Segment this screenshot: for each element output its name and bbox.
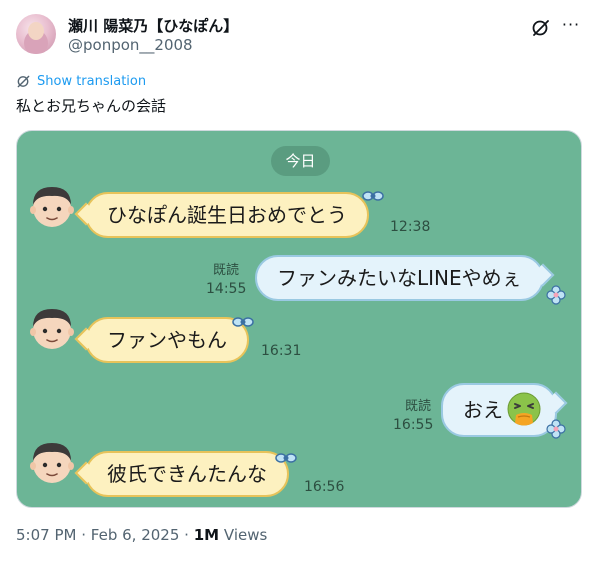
flower-icon <box>546 285 566 305</box>
brother-avatar-icon <box>30 187 74 227</box>
show-translation-link[interactable]: Show translation <box>16 72 146 90</box>
message-time: 12:38 <box>390 219 431 235</box>
meta-separator: · <box>81 526 87 544</box>
tweet-text: 私とお兄ちゃんの会話 <box>16 97 167 115</box>
views-label: Views <box>223 526 268 544</box>
tweet-time[interactable]: 5:07 PM <box>16 526 76 544</box>
chat-message-outgoing: おえ <box>441 383 557 437</box>
message-time: 16:55 <box>393 417 434 433</box>
chat-message-text: おえ <box>463 398 503 422</box>
chat-date-badge: 今日 <box>271 146 330 176</box>
nauseated-face-icon <box>507 392 541 425</box>
tweet-header: 瀬川 陽菜乃【ひなぽん】 @ponpon__2008 ··· <box>16 12 581 60</box>
tweet-date[interactable]: Feb 6, 2025 <box>91 526 180 544</box>
show-translation-label[interactable]: Show translation <box>37 74 146 89</box>
tweet-media-image[interactable]: 今日 ひなぽん誕生日おめでとう 12:38 既読 14:55 ファンみたいなLI… <box>16 130 582 508</box>
message-time: 16:31 <box>261 343 302 359</box>
translate-icon <box>17 75 30 87</box>
brother-avatar-icon <box>30 309 74 349</box>
ribbon-icon <box>232 317 254 327</box>
ribbon-icon <box>362 191 384 201</box>
flower-icon <box>546 419 566 439</box>
views-count: 1M <box>193 526 220 544</box>
avatar[interactable] <box>16 14 56 54</box>
author-handle[interactable]: @ponpon__2008 <box>68 36 193 54</box>
chat-message-incoming: 彼氏できんたんな <box>85 451 289 497</box>
meta-separator: · <box>184 526 189 544</box>
chat-message-incoming: ファンやもん <box>85 317 249 363</box>
tweet-meta: 5:07 PM · Feb 6, 2025 · 1M Views <box>16 526 267 544</box>
brother-avatar-icon <box>30 443 74 483</box>
read-receipt: 既読 <box>405 399 432 414</box>
ribbon-icon <box>275 453 297 463</box>
grok-icon[interactable] <box>531 18 551 38</box>
chat-message-incoming: ひなぽん誕生日おめでとう <box>85 192 369 238</box>
chat-message-outgoing: ファンみたいなLINEやめぇ <box>255 255 544 301</box>
message-time: 16:56 <box>304 479 345 495</box>
more-icon[interactable]: ··· <box>561 17 581 38</box>
read-receipt: 既読 <box>213 263 240 278</box>
author-display-name[interactable]: 瀬川 陽菜乃【ひなぽん】 <box>68 15 238 36</box>
message-time: 14:55 <box>206 281 247 297</box>
